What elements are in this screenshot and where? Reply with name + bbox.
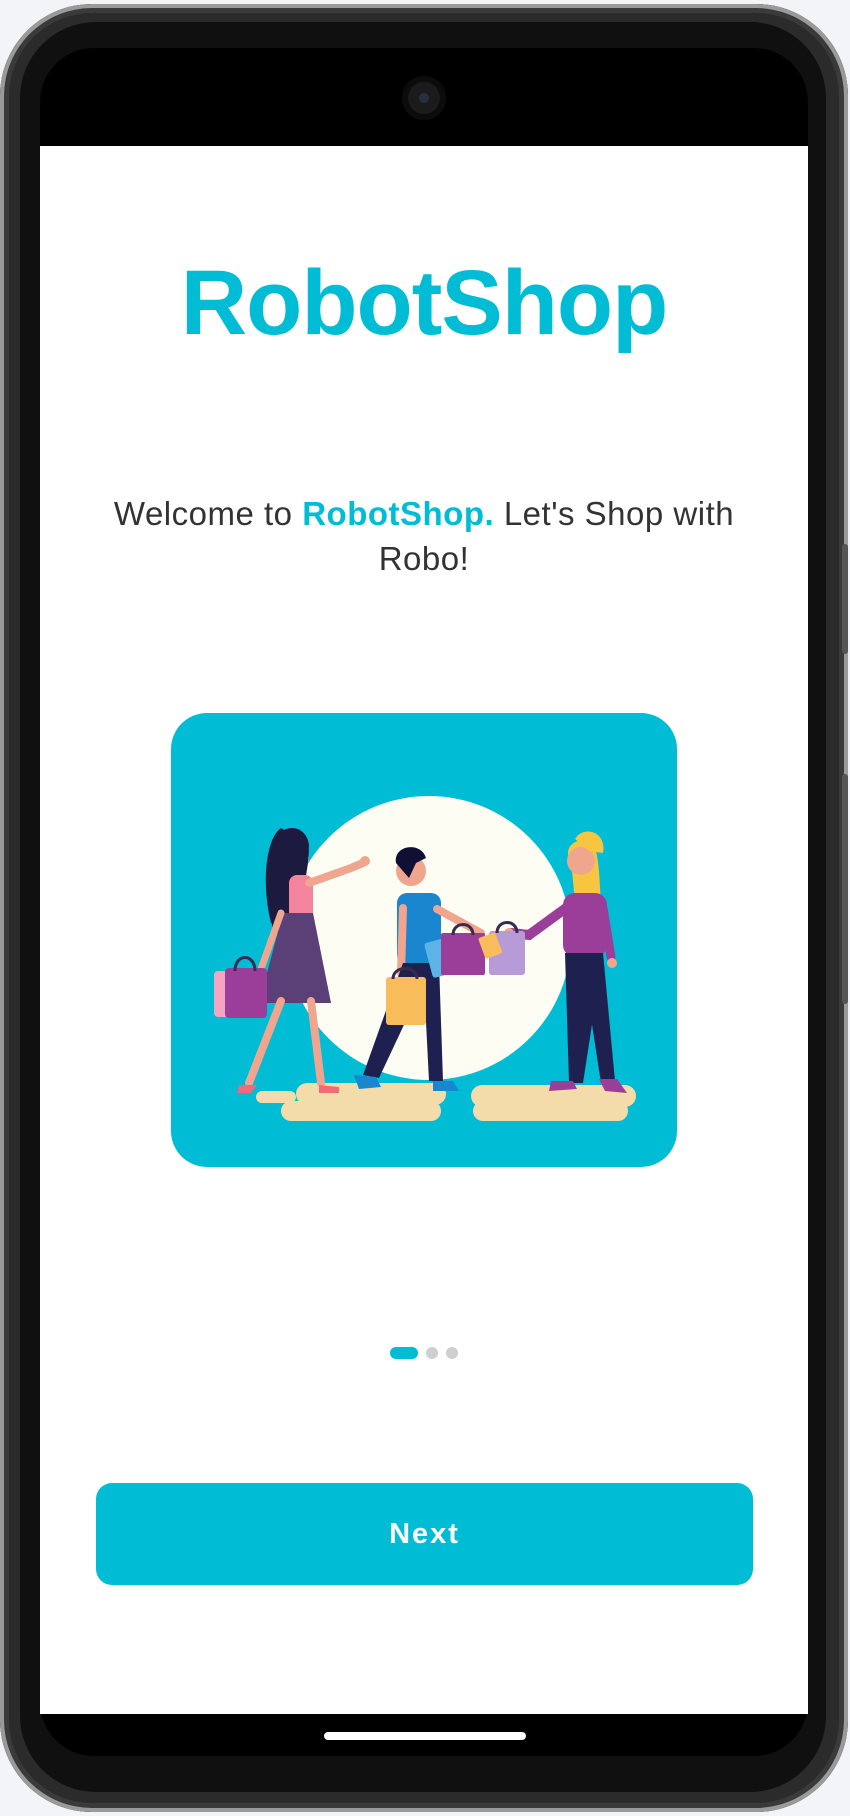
onboarding-screen: RobotShop Welcome to RobotShop. Let's Sh… xyxy=(40,146,808,1714)
shopping-people-illustration xyxy=(171,713,677,1167)
front-camera-icon xyxy=(402,76,446,120)
welcome-message: Welcome to RobotShop. Let's Shop with Ro… xyxy=(100,491,748,581)
welcome-prefix: Welcome to xyxy=(113,495,303,532)
page-dot-active xyxy=(390,1347,418,1359)
volume-button xyxy=(842,544,848,654)
page-dot xyxy=(446,1347,458,1359)
page-dot xyxy=(426,1347,438,1359)
shopping-illustration-svg xyxy=(214,796,636,1121)
page-indicator xyxy=(390,1346,458,1360)
power-button xyxy=(842,774,848,1004)
app-title: RobotShop xyxy=(180,252,669,354)
next-button[interactable]: Next xyxy=(96,1483,753,1585)
home-indicator[interactable] xyxy=(324,1732,526,1740)
welcome-brand: RobotShop. xyxy=(302,495,495,532)
phone-frame: RobotShop Welcome to RobotShop. Let's Sh… xyxy=(0,4,848,1812)
